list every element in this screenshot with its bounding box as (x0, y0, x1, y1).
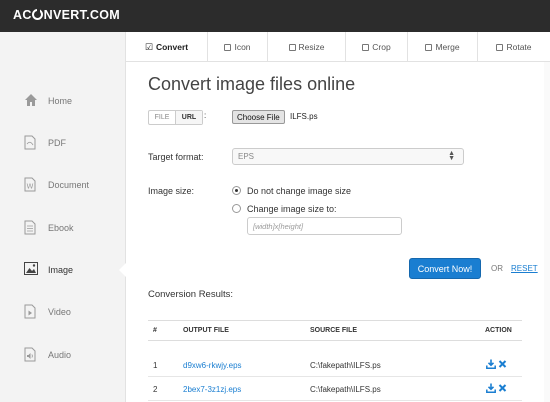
target-format-label: Target format: (148, 152, 204, 162)
sidebar-item-label: Audio (48, 350, 72, 360)
reset-link[interactable]: RESET (511, 264, 538, 273)
sidebar-item-audio[interactable]: Audio (0, 335, 126, 375)
site-logo[interactable]: AC NVERT.COM (13, 8, 120, 22)
tab-label: Merge (435, 42, 460, 52)
image-icon (24, 262, 38, 277)
delete-icon[interactable] (498, 359, 507, 369)
image-size-input[interactable]: [width]x[height] (247, 217, 402, 235)
toggle-colon: : (204, 111, 207, 120)
logo-text-start: AC (13, 8, 32, 22)
tab-label: Resize (298, 42, 325, 52)
sidebar-item-label: Document (48, 180, 90, 190)
checkbox-icon (288, 43, 296, 51)
sidebar-item-label: Ebook (48, 223, 74, 233)
scrollbar-track[interactable] (544, 62, 550, 402)
svg-text:W: W (27, 183, 34, 191)
download-icon[interactable] (486, 383, 496, 393)
tab-rotate[interactable]: Rotate (478, 32, 550, 62)
ebook-icon (24, 220, 38, 235)
sidebar-item-home[interactable]: Home (0, 81, 126, 121)
results-title: Conversion Results: (148, 289, 234, 300)
source-toggle: FILE URL (148, 110, 203, 125)
sidebar-item-document[interactable]: W Document (0, 165, 126, 205)
tab-label: Crop (372, 42, 391, 52)
tab-resize[interactable]: Resize (268, 32, 346, 62)
sidebar-item-label: Image (48, 265, 74, 275)
tab-crop[interactable]: Crop (346, 32, 408, 62)
table-row: 2 2bex7-3z1zj.eps C:\fakepath\ILFS.ps (148, 377, 522, 401)
sidebar-item-image[interactable]: Image (0, 250, 127, 290)
tab-label: Rotate (506, 42, 532, 52)
logo-o-icon (32, 8, 44, 20)
checkbox-icon (224, 43, 232, 51)
image-size-label: Image size: (148, 186, 195, 196)
column-header-source: SOURCE FILE (310, 327, 358, 334)
row-actions (486, 359, 507, 369)
checkbox-icon (362, 43, 370, 51)
table-row: 1 d9xw6-rkwjy.eps C:\fakepath\ILFS.ps (148, 353, 522, 377)
tool-tabs: ☑ Convert Icon Resize Crop Merge Rotate (126, 32, 550, 62)
document-icon: W (24, 177, 38, 192)
sidebar-item-label: Home (48, 96, 73, 106)
top-bar: AC NVERT.COM (0, 0, 550, 32)
checkbox-checked-icon: ☑ (144, 41, 153, 52)
sidebar-item-label: PDF (48, 138, 66, 148)
file-toggle-button[interactable]: FILE (149, 111, 175, 124)
radio-custom-size[interactable] (232, 204, 241, 213)
sidebar: Home PDF W Document Ebook Image Video Au… (0, 32, 127, 402)
tab-label: Icon (234, 42, 251, 52)
checkbox-icon (425, 43, 433, 51)
select-arrows-icon: ▲ ▼ (448, 150, 455, 162)
logo-text-end: NVERT.COM (43, 8, 120, 22)
tab-icon[interactable]: Icon (208, 32, 268, 62)
pdf-file-icon (24, 135, 38, 150)
radio-no-resize-label: Do not change image size (247, 186, 352, 196)
column-header-number: # (153, 327, 157, 334)
page-title: Convert image files online (148, 74, 356, 94)
selected-file-name: ILFS.ps (290, 112, 318, 121)
row-actions (486, 383, 507, 393)
sidebar-item-label: Video (48, 307, 71, 317)
home-icon (24, 93, 38, 108)
radio-custom-size-label: Change image size to: (247, 204, 337, 214)
sidebar-item-ebook[interactable]: Ebook (0, 208, 126, 248)
convert-now-button[interactable]: Convert Now! (409, 258, 481, 279)
download-icon[interactable] (486, 359, 496, 369)
output-file-link[interactable]: 2bex7-3z1zj.eps (183, 385, 241, 394)
video-icon (24, 304, 38, 319)
choose-file-button[interactable]: Choose File (232, 110, 285, 124)
target-format-select[interactable]: EPS ▲ ▼ (232, 148, 464, 165)
target-format-value: EPS (238, 152, 255, 161)
tab-merge[interactable]: Merge (408, 32, 478, 62)
audio-icon (24, 347, 38, 362)
tab-convert[interactable]: ☑ Convert (126, 32, 208, 62)
output-file-link[interactable]: d9xw6-rkwjy.eps (183, 361, 242, 370)
column-header-output: OUTPUT FILE (183, 327, 229, 334)
table-header: # OUTPUT FILE SOURCE FILE ACTION (148, 320, 522, 341)
radio-no-resize[interactable] (232, 186, 241, 195)
column-header-action: ACTION (485, 327, 512, 334)
active-indicator (119, 262, 127, 278)
source-file: C:\fakepath\ILFS.ps (310, 385, 381, 394)
sidebar-item-pdf[interactable]: PDF (0, 123, 126, 163)
tab-label: Convert (155, 42, 189, 52)
checkbox-icon (496, 43, 504, 51)
url-toggle-button[interactable]: URL (175, 111, 202, 124)
or-separator: OR (491, 264, 503, 273)
row-number: 1 (153, 361, 158, 370)
delete-icon[interactable] (498, 383, 507, 393)
source-file: C:\fakepath\ILFS.ps (310, 361, 381, 370)
sidebar-item-video[interactable]: Video (0, 292, 126, 332)
row-number: 2 (153, 385, 158, 394)
